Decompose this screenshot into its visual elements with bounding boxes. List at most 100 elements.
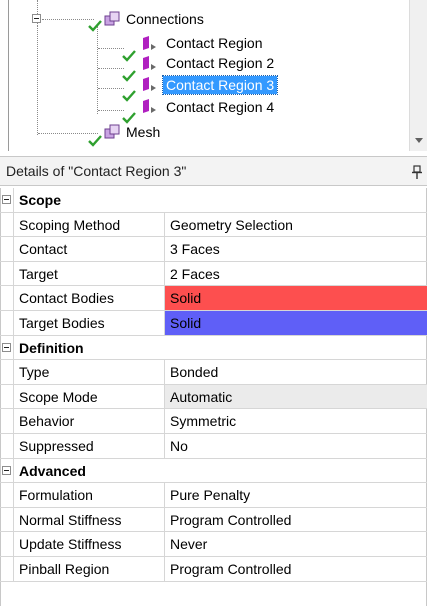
collapse-toggle-icon[interactable] — [2, 342, 11, 352]
group-advanced[interactable]: Advanced — [0, 458, 427, 484]
tree-panel: Connections Contact Region Contact Regio… — [0, 0, 427, 151]
property-value[interactable]: Program Controlled — [165, 557, 427, 581]
property-value[interactable]: No — [165, 434, 427, 458]
property-row-target[interactable]: Target 2 Faces — [0, 261, 427, 287]
property-row-scoping-method[interactable]: Scoping Method Geometry Selection — [0, 212, 427, 238]
property-value[interactable]: Pure Penalty — [165, 483, 427, 507]
details-title: Details of "Contact Region 3" — [6, 163, 187, 179]
tree-node-contact-region-4[interactable]: Contact Region 4 — [163, 97, 277, 117]
tree-node-contact-region[interactable]: Contact Region — [163, 33, 266, 53]
property-value[interactable]: Bonded — [165, 360, 427, 384]
tree-node-mesh[interactable]: Mesh — [123, 122, 163, 142]
tree-guide-line — [98, 110, 124, 111]
property-name: Scoping Method — [14, 212, 165, 237]
row-indent — [0, 483, 14, 507]
property-value[interactable]: Geometry Selection — [165, 213, 427, 237]
group-gutter — [0, 335, 14, 360]
group-gutter — [0, 188, 14, 212]
property-row-suppressed[interactable]: Suppressed No — [0, 433, 427, 459]
tree-guide-line — [98, 68, 124, 69]
group-definition[interactable]: Definition — [0, 335, 427, 361]
property-name: Type — [14, 360, 165, 384]
row-indent — [0, 212, 14, 237]
property-row-formulation[interactable]: Formulation Pure Penalty — [0, 483, 427, 508]
property-row-type[interactable]: Type Bonded — [0, 360, 427, 385]
tree-node-connections[interactable]: Connections — [123, 9, 207, 29]
collapse-toggle-icon[interactable] — [2, 195, 11, 204]
tree-node-contact-region-3[interactable]: Contact Region 3 — [161, 75, 279, 95]
row-indent — [0, 409, 14, 433]
tree-node-label: Connections — [126, 11, 204, 27]
tree-node-label: Mesh — [126, 124, 161, 140]
tree-node-label: Contact Region 4 — [166, 99, 275, 115]
tree-node-label: Contact Region — [166, 35, 263, 51]
property-row-contact[interactable]: Contact 3 Faces — [0, 237, 427, 262]
group-label: Definition — [19, 339, 84, 356]
property-value[interactable]: Symmetric — [165, 409, 427, 433]
row-indent — [0, 532, 14, 556]
property-row-target-bodies[interactable]: Target Bodies Solid — [0, 310, 427, 336]
check-icon — [88, 135, 102, 147]
check-icon — [122, 90, 136, 102]
row-indent — [0, 360, 14, 384]
tree-guide-line — [98, 48, 124, 49]
collapse-toggle-icon[interactable] — [2, 465, 11, 475]
property-name: Formulation — [14, 483, 165, 507]
group-label: Advanced — [19, 462, 86, 479]
property-value[interactable]: 3 Faces — [165, 237, 427, 261]
property-name: Target Bodies — [14, 310, 165, 335]
property-value[interactable]: Never — [165, 532, 427, 556]
row-indent — [0, 286, 14, 310]
property-value-color-swatch[interactable]: Solid — [165, 286, 427, 310]
row-indent — [0, 433, 14, 458]
scroll-down-icon[interactable] — [415, 138, 423, 143]
connections-folder-icon — [104, 11, 120, 26]
property-value-color-swatch[interactable]: Solid — [165, 310, 427, 335]
property-row-behavior[interactable]: Behavior Symmetric — [0, 409, 427, 434]
property-value[interactable]: Program Controlled — [165, 508, 427, 532]
tree-guide-line — [98, 88, 124, 89]
row-indent — [0, 310, 14, 335]
contact-region-icon — [143, 77, 156, 91]
property-row-contact-bodies[interactable]: Contact Bodies Solid — [0, 286, 427, 311]
row-indent — [0, 384, 14, 409]
property-row-pinball-region[interactable]: Pinball Region Program Controlled — [0, 556, 427, 582]
contact-region-icon — [143, 36, 156, 50]
property-value[interactable]: 2 Faces — [165, 262, 427, 286]
tree-node-contact-region-2[interactable]: Contact Region 2 — [163, 53, 277, 73]
pin-icon[interactable] — [412, 165, 422, 179]
property-name: Pinball Region — [14, 556, 165, 581]
tree-frame-border — [8, 0, 9, 151]
row-indent — [0, 237, 14, 261]
tree-node-label: Contact Region 2 — [166, 55, 275, 71]
tree-collapse-toggle[interactable] — [32, 14, 41, 23]
group-label: Scope — [19, 192, 62, 208]
row-indent — [0, 507, 14, 532]
details-grid: Scope Scoping Method Geometry Selection … — [0, 188, 427, 582]
property-row-scope-mode[interactable]: Scope Mode Automatic — [0, 384, 427, 410]
property-name: Behavior — [14, 409, 165, 433]
check-icon — [88, 20, 102, 32]
details-header: Details of "Contact Region 3" — [0, 156, 427, 186]
tree-guide-line — [37, 26, 38, 135]
contact-region-icon — [143, 99, 156, 113]
tree-scrollbar[interactable] — [409, 0, 427, 151]
tree-guide-line — [38, 133, 98, 134]
group-scope[interactable]: Scope — [0, 188, 427, 213]
property-name: Scope Mode — [14, 384, 165, 409]
property-name: Target — [14, 261, 165, 286]
tree-guide-line — [42, 19, 94, 20]
row-indent — [0, 261, 14, 286]
check-icon — [122, 70, 136, 82]
contact-region-icon — [143, 56, 156, 70]
mesh-icon — [104, 124, 120, 139]
property-name: Contact — [14, 237, 165, 261]
property-row-update-stiffness[interactable]: Update Stiffness Never — [0, 532, 427, 557]
check-icon — [122, 50, 136, 62]
property-name: Suppressed — [14, 433, 165, 458]
tree-guide-line — [97, 26, 98, 114]
tree-node-label: Contact Region 3 — [161, 75, 279, 95]
property-row-normal-stiffness[interactable]: Normal Stiffness Program Controlled — [0, 507, 427, 533]
property-name: Update Stiffness — [14, 532, 165, 556]
property-name: Normal Stiffness — [14, 507, 165, 532]
